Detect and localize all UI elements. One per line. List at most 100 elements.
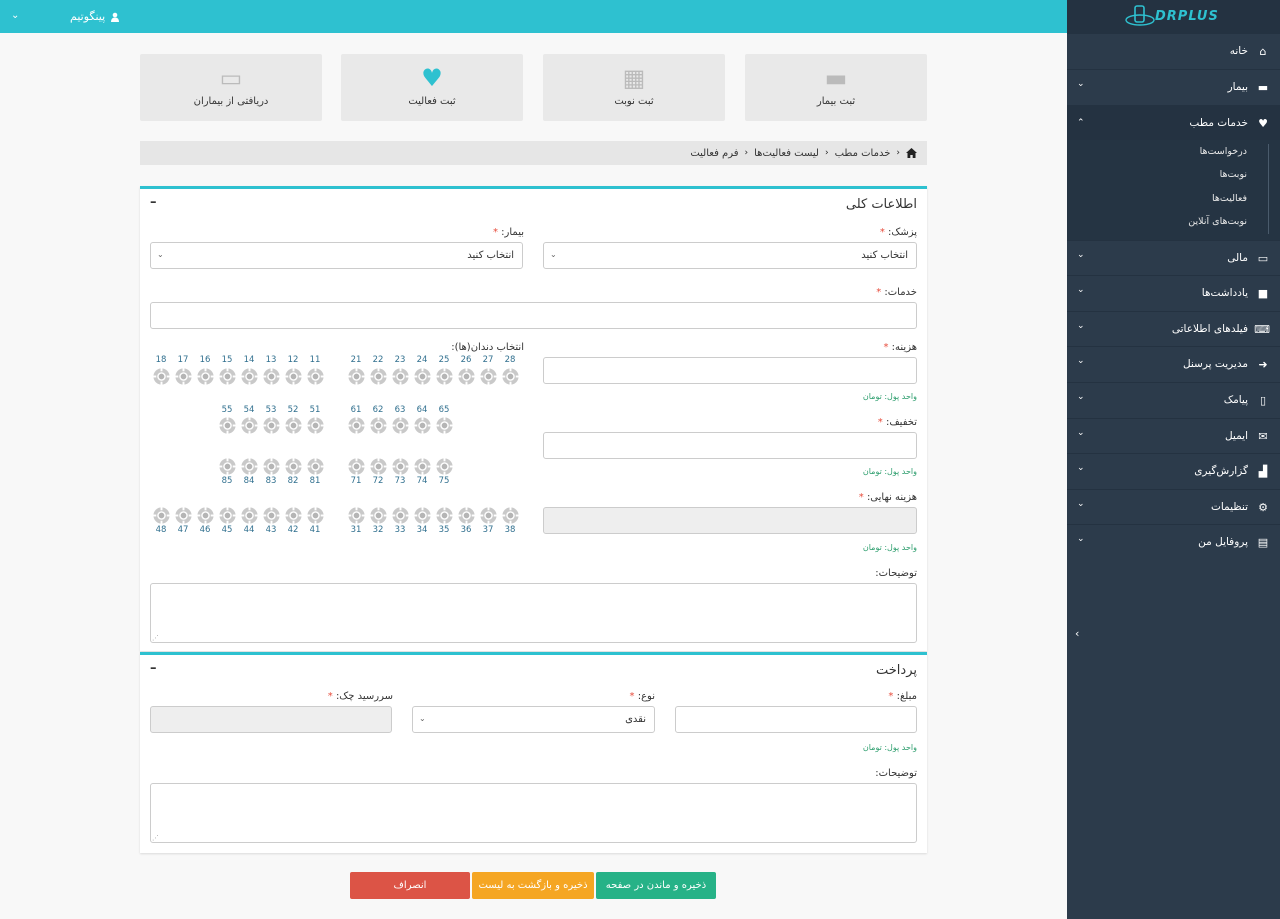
tooth-71-icon[interactable] bbox=[347, 457, 366, 476]
user-menu[interactable]: پینگوتیم bbox=[70, 10, 120, 23]
tooth-26-icon[interactable] bbox=[457, 367, 476, 386]
sidebar-item-patient[interactable]: ▬ بیمار ⌄ bbox=[1067, 69, 1280, 105]
save-and-back-button[interactable]: ذخیره و بازگشت به لیست bbox=[472, 872, 594, 899]
tooth-62-icon[interactable] bbox=[369, 416, 388, 435]
user-menu-chevron-icon[interactable]: ⌄ bbox=[11, 10, 19, 21]
tooth-42-icon[interactable] bbox=[284, 506, 303, 525]
tooth-47-icon[interactable] bbox=[174, 506, 193, 525]
sidebar-item-email[interactable]: ✉ ایمیل ⌄ bbox=[1067, 418, 1280, 454]
sidebar-item-home[interactable]: ⌂ خانه bbox=[1067, 33, 1280, 69]
panel-title: پرداخت bbox=[876, 663, 917, 678]
tooth-28-icon[interactable] bbox=[501, 367, 520, 386]
sidebar-item-info-fields[interactable]: ⌨ فیلدهای اطلاعاتی ⌄ bbox=[1067, 311, 1280, 347]
submenu-item-appointments[interactable]: نوبت‌ها bbox=[1220, 169, 1247, 180]
tooth-17-icon[interactable] bbox=[174, 367, 193, 386]
payment-type-select[interactable]: نقدی ⌄ bbox=[412, 706, 655, 733]
tooth-46-icon[interactable] bbox=[196, 506, 215, 525]
tooth-82-icon[interactable] bbox=[284, 457, 303, 476]
tooth-81-icon[interactable] bbox=[306, 457, 325, 476]
tooth-84-icon[interactable] bbox=[240, 457, 259, 476]
tooth-22-icon[interactable] bbox=[369, 367, 388, 386]
tooth-83-icon[interactable] bbox=[262, 457, 281, 476]
tooth-61-icon[interactable] bbox=[347, 416, 366, 435]
tooth-55-icon[interactable] bbox=[218, 416, 237, 435]
sidebar-item-settings[interactable]: ⚙ تنظیمات ⌄ bbox=[1067, 489, 1280, 525]
sidebar-item-notes[interactable]: ■ یادداشت‌ها ⌄ bbox=[1067, 275, 1280, 311]
quick-action-register-activity[interactable]: ♥ ثبت فعالیت bbox=[341, 54, 523, 121]
tooth-85-icon[interactable] bbox=[218, 457, 237, 476]
tooth-63-icon[interactable] bbox=[391, 416, 410, 435]
breadcrumb-item[interactable]: خدمات مطب bbox=[835, 148, 891, 159]
save-and-stay-button[interactable]: ذخیره و ماندن در صفحه bbox=[596, 872, 716, 899]
tooth-48-icon[interactable] bbox=[152, 506, 171, 525]
tooth-73-icon[interactable] bbox=[391, 457, 410, 476]
sidebar-item-profile[interactable]: ▤ پروفایل من ⌄ bbox=[1067, 524, 1280, 560]
tooth-13-icon[interactable] bbox=[262, 367, 281, 386]
payment-notes-textarea[interactable]: ⋰ bbox=[150, 783, 917, 843]
sidebar-item-label: فیلدهای اطلاعاتی bbox=[1171, 323, 1248, 335]
tooth-43-icon[interactable] bbox=[262, 506, 281, 525]
tooth-32-icon[interactable] bbox=[369, 506, 388, 525]
tooth-64-icon[interactable] bbox=[413, 416, 432, 435]
tooth-25-icon[interactable] bbox=[435, 367, 454, 386]
resize-grip-icon[interactable]: ⋰ bbox=[152, 634, 159, 642]
tooth-41-icon[interactable] bbox=[306, 506, 325, 525]
tooth-37-icon[interactable] bbox=[479, 506, 498, 525]
discount-input[interactable] bbox=[543, 432, 917, 459]
tooth-51-icon[interactable] bbox=[306, 416, 325, 435]
notes-textarea[interactable]: ⋰ bbox=[150, 583, 917, 643]
tooth-21-icon[interactable] bbox=[347, 367, 366, 386]
final-cost-input[interactable] bbox=[543, 507, 917, 534]
tooth-27-icon[interactable] bbox=[479, 367, 498, 386]
sidebar-item-reports[interactable]: ▟ گزارش‌گیری ⌄ bbox=[1067, 453, 1280, 489]
tooth-54-icon[interactable] bbox=[240, 416, 259, 435]
tooth-24-icon[interactable] bbox=[413, 367, 432, 386]
tooth-45-icon[interactable] bbox=[218, 506, 237, 525]
quick-action-register-patient[interactable]: ▬ ثبت بیمار bbox=[745, 54, 927, 121]
tooth-65-icon[interactable] bbox=[435, 416, 454, 435]
submenu-item-online-appointments[interactable]: نوبت‌های آنلاین bbox=[1188, 216, 1247, 227]
tooth-15-icon[interactable] bbox=[218, 367, 237, 386]
tooth-74-icon[interactable] bbox=[413, 457, 432, 476]
quick-action-patient-payments[interactable]: ▭ دریافتی از بیماران bbox=[140, 54, 322, 121]
tooth-34-icon[interactable] bbox=[413, 506, 432, 525]
tooth-52-icon[interactable] bbox=[284, 416, 303, 435]
sidebar-item-office-services[interactable]: ♥ خدمات مطب ⌃ bbox=[1067, 105, 1280, 140]
tooth-31-icon[interactable] bbox=[347, 506, 366, 525]
tooth-53-icon[interactable] bbox=[262, 416, 281, 435]
tooth-23-icon[interactable] bbox=[391, 367, 410, 386]
amount-input[interactable] bbox=[675, 706, 917, 733]
home-icon[interactable] bbox=[906, 148, 917, 158]
doctor-select[interactable]: انتخاب کنید ⌄ bbox=[543, 242, 917, 269]
tooth-36-icon[interactable] bbox=[457, 506, 476, 525]
check-due-input[interactable] bbox=[150, 706, 392, 733]
collapse-panel-button[interactable]: – bbox=[150, 661, 157, 676]
tooth-number: 73 bbox=[394, 476, 406, 486]
patient-select[interactable]: انتخاب کنید ⌄ bbox=[150, 242, 523, 269]
tooth-75-icon[interactable] bbox=[435, 457, 454, 476]
sidebar-item-personnel[interactable]: ➜ مدیریت پرسنل ⌄ bbox=[1067, 346, 1280, 382]
tooth-35-icon[interactable] bbox=[435, 506, 454, 525]
tooth-44-icon[interactable] bbox=[240, 506, 259, 525]
logo[interactable]: DRPLUS bbox=[1067, 0, 1280, 33]
tooth-18-icon[interactable] bbox=[152, 367, 171, 386]
sidebar-collapse-chevron-icon[interactable]: › bbox=[1075, 627, 1079, 640]
resize-grip-icon[interactable]: ⋰ bbox=[152, 834, 159, 842]
cancel-button[interactable]: انصراف bbox=[350, 872, 470, 899]
tooth-33-icon[interactable] bbox=[391, 506, 410, 525]
quick-action-register-appointment[interactable]: ▦ ثبت نوبت bbox=[543, 54, 725, 121]
submenu-item-requests[interactable]: درخواست‌ها bbox=[1200, 146, 1247, 157]
tooth-38-icon[interactable] bbox=[501, 506, 520, 525]
tooth-12-icon[interactable] bbox=[284, 367, 303, 386]
cost-input[interactable] bbox=[543, 357, 917, 384]
tooth-16-icon[interactable] bbox=[196, 367, 215, 386]
breadcrumb-item[interactable]: لیست فعالیت‌ها bbox=[754, 148, 819, 159]
sidebar-item-sms[interactable]: ▯ پیامک ⌄ bbox=[1067, 382, 1280, 418]
tooth-14-icon[interactable] bbox=[240, 367, 259, 386]
tooth-11-icon[interactable] bbox=[306, 367, 325, 386]
services-input[interactable] bbox=[150, 302, 917, 329]
tooth-72-icon[interactable] bbox=[369, 457, 388, 476]
submenu-item-activities[interactable]: فعالیت‌ها bbox=[1212, 193, 1247, 204]
collapse-panel-button[interactable]: – bbox=[150, 195, 157, 210]
sidebar-item-finance[interactable]: ▭ مالی ⌄ bbox=[1067, 240, 1280, 276]
